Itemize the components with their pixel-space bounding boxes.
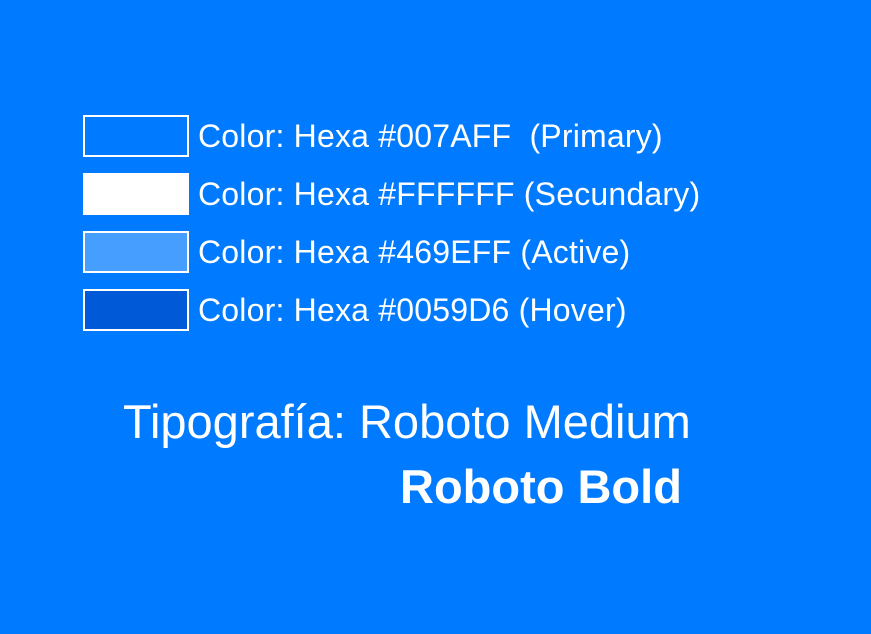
color-label-active: Color: Hexa #469EFF (Active) <box>198 233 631 270</box>
color-label-hover: Color: Hexa #0059D6 (Hover) <box>198 291 627 328</box>
color-row-hover: Color: Hexa #0059D6 (Hover) <box>83 288 700 332</box>
style-guide-canvas: Color: Hexa #007AFF (Primary) Color: Hex… <box>0 0 871 634</box>
color-swatch-hover <box>83 289 189 331</box>
color-swatch-secondary <box>83 173 189 215</box>
color-row-active: Color: Hexa #469EFF (Active) <box>83 230 700 274</box>
color-label-primary: Color: Hexa #007AFF (Primary) <box>198 117 663 154</box>
color-swatch-list: Color: Hexa #007AFF (Primary) Color: Hex… <box>83 114 700 346</box>
typography-bold-sample: Roboto Bold <box>400 460 682 513</box>
typography-heading: Tipografía: Roboto Medium <box>123 395 691 448</box>
color-row-secondary: Color: Hexa #FFFFFF (Secundary) <box>83 172 700 216</box>
color-swatch-active <box>83 231 189 273</box>
color-swatch-primary <box>83 115 189 157</box>
color-row-primary: Color: Hexa #007AFF (Primary) <box>83 114 700 158</box>
color-label-secondary: Color: Hexa #FFFFFF (Secundary) <box>198 175 701 212</box>
